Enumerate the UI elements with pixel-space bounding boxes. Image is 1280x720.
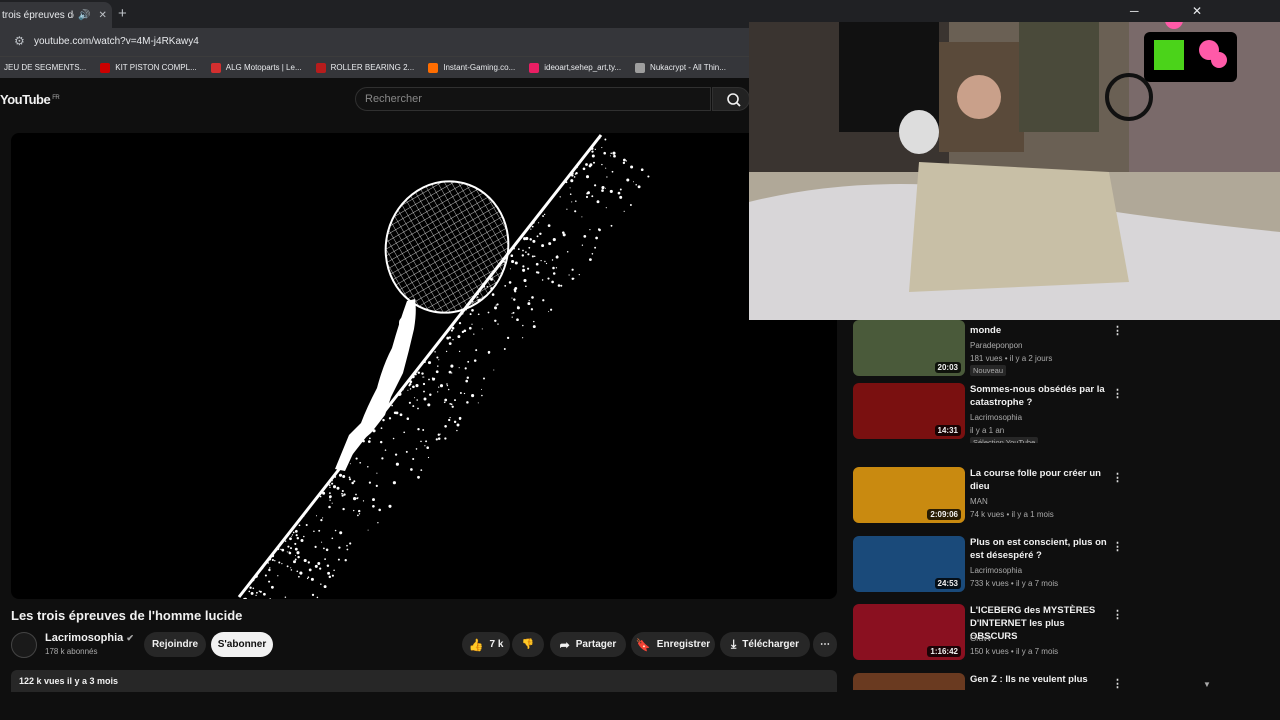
video-duration: 14:31 [934,425,961,436]
video-thumbnail[interactable]: 20:03 [853,320,965,376]
verified-icon: ✔ [126,633,134,643]
more-vertical-icon[interactable]: ⋮ [1112,677,1123,690]
recommended-meta: 74 k vues • il y a 1 mois [970,510,1054,519]
video-thumbnail[interactable]: 24:53 [853,536,965,592]
video-thumbnail[interactable]: 2:09:06 [853,467,965,523]
bookmark-item[interactable]: KIT PISTON COMPL... [100,62,197,73]
description-box[interactable]: 122 k vues il y a 3 mois [11,670,837,692]
new-tab-icon[interactable]: + [118,5,127,22]
join-button[interactable]: Rejoindre [144,632,206,657]
recommended-title[interactable]: Sommes-nous obsédés par la catastrophe ? [970,383,1110,409]
site-settings-icon[interactable]: ⚙ [14,34,25,48]
webcam-overlay [749,22,1280,320]
download-button[interactable]: ⤓ Télécharger [720,632,810,657]
more-vertical-icon[interactable]: ⋮ [1112,540,1123,553]
recommended-video[interactable]: 2:09:06 La course folle pour créer un die… [853,467,1193,527]
video-thumbnail[interactable]: 1:16:42 [853,604,965,660]
more-horizontal-icon: ⋯ [820,639,830,650]
bookmark-icon: 🔖 [635,637,651,652]
video-title: Les trois épreuves de l'homme lucide [11,608,243,623]
video-thumbnail[interactable]: 14:31 [853,383,965,439]
recommended-channel[interactable]: Gravv [970,632,991,645]
bookmark-favicon-icon [315,62,326,73]
views-date: 122 k vues il y a 3 mois [19,676,119,686]
bookmark-item[interactable]: ideoart,sehep_art,ty... [529,62,621,73]
video-badge: Nouveau [970,365,1007,376]
video-duration: 20:03 [934,362,961,373]
search-box[interactable] [355,87,711,111]
recommended-video[interactable]: 20:03 monde Paradeponpon 181 vues • il y a … [853,320,1193,380]
close-tab-icon[interactable]: ✕ [98,10,106,21]
recommended-meta: il y a 1 an [970,426,1005,435]
sisyphus-illustration [237,134,650,599]
more-vertical-icon[interactable]: ⋮ [1112,324,1123,337]
speaker-icon: 🔊 [78,9,91,21]
video-player[interactable] [11,133,837,599]
more-actions-button[interactable]: ⋯ [813,632,837,657]
recommended-title[interactable]: La course folle pour créer un dieu [970,467,1110,493]
recommended-video[interactable]: 14:31 Sommes-nous obsédés par la catastro… [853,383,1193,443]
recommended-video[interactable]: 1:16:42 L'ICEBERG des MYSTÈRES D'INTERNET… [853,604,1193,664]
scroll-down-icon[interactable]: ▼ [1203,680,1211,689]
bookmark-favicon-icon [635,62,646,73]
video-duration: 2:09:06 [927,509,961,520]
recommended-meta: 181 vues • il y a 2 jours [970,354,1053,363]
webcam-scene [749,22,1280,320]
more-vertical-icon[interactable]: ⋮ [1112,471,1123,484]
thumb-up-icon: 👍 [468,637,484,652]
recommended-title[interactable]: Gen Z : Ils ne veulent plus [970,673,1110,686]
search-input[interactable] [356,88,710,110]
recommended-video[interactable]: 24:53 Plus on est conscient, plus on est … [853,536,1193,596]
bookmark-favicon-icon [428,62,439,73]
bookmark-item[interactable]: Nukacrypt - All Thin... [635,62,726,73]
recommended-channel[interactable]: Paradeponpon [970,339,1023,352]
browser-tab[interactable]: trois épreuves de l'h 🔊 ✕ [0,2,112,28]
dislike-button[interactable]: 👎 [512,632,544,657]
recommended-video[interactable]: Gen Z : Ils ne veulent plus ⋮ [853,673,1193,690]
url-text[interactable]: youtube.com/watch?v=4M-j4RKawy4 [34,36,199,47]
region-code: FR [52,94,60,101]
search-button[interactable] [712,87,750,111]
recommended-meta: 150 k vues • il y a 7 mois [970,647,1059,656]
thumb-down-icon: 👎 [521,639,535,650]
bookmark-favicon-icon [210,62,221,73]
bookmark-item[interactable]: JEU DE SEGMENTS... [4,63,86,72]
recommended-title[interactable]: monde [970,324,1110,337]
share-icon: ➦ [559,637,570,652]
close-window-icon[interactable]: ✕ [1192,4,1202,18]
like-button[interactable]: 👍 7 k [462,632,510,657]
recommended-channel[interactable]: Lacrimosophia [970,564,1022,577]
video-badge: Sélection YouTube [970,437,1039,443]
bookmark-favicon-icon [100,62,111,73]
bookmark-item[interactable]: ALG Motoparts | Le... [210,62,302,73]
subscribe-button[interactable]: S'abonner [211,632,273,657]
recommended-meta: 733 k vues • il y a 7 mois [970,579,1059,588]
bookmark-item[interactable]: Instant-Gaming.co... [428,62,515,73]
video-thumbnail[interactable] [853,673,965,690]
search-icon [727,93,741,107]
bookmark-favicon-icon [529,62,540,73]
recommended-channel[interactable]: Lacrimosophia [970,411,1022,424]
video-duration: 24:53 [934,578,961,589]
subscriber-count: 178 k abonnés [45,647,98,656]
youtube-logo[interactable]: YouTube FR [0,92,60,107]
recommended-title[interactable]: Plus on est conscient, plus on est déses… [970,536,1110,562]
video-duration: 1:16:42 [927,646,961,657]
tab-title: trois épreuves de l'h [2,9,74,21]
channel-name[interactable]: Lacrimosophia ✔ [45,632,134,644]
more-vertical-icon[interactable]: ⋮ [1112,608,1123,621]
more-vertical-icon[interactable]: ⋮ [1112,387,1123,400]
download-icon: ⤓ [730,637,737,651]
save-button[interactable]: 🔖 Enregistrer [631,632,715,657]
bookmark-item[interactable]: ROLLER BEARING 2... [315,62,414,73]
channel-avatar[interactable] [11,632,37,658]
share-button[interactable]: ➦ Partager [550,632,626,657]
minimize-icon[interactable]: ─ [1130,4,1139,18]
recommended-channel[interactable]: MAN [970,495,988,508]
